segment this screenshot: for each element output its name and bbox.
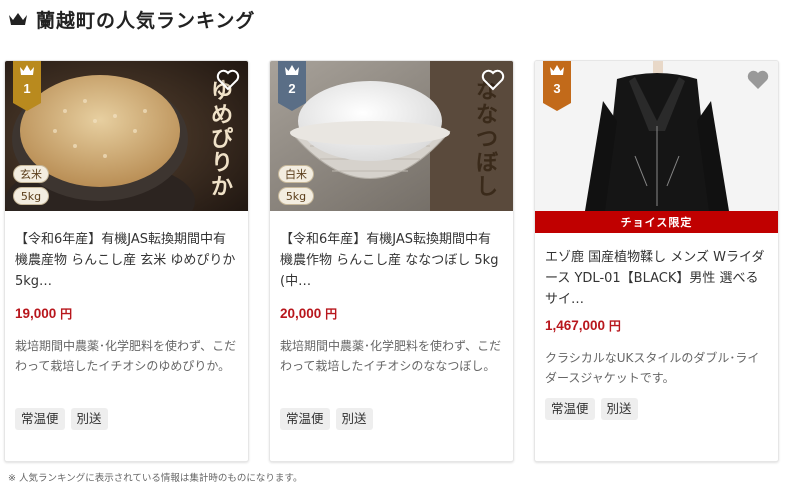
product-image[interactable]: 3 (535, 61, 778, 211)
tag-separate: 別送 (600, 398, 638, 420)
product-description: 栽培期間中農薬･化学肥料を使わず、こだわって栽培したイチオシのゆめぴりか。 (15, 339, 237, 373)
tag-shipping: 常温便 (280, 408, 330, 430)
product-name[interactable]: 【令和6年産】有機JAS転換期間中有機農作物 らんこし産 ななつぼし 5kg (… (280, 229, 503, 293)
price-value: 19,000 (15, 306, 57, 321)
product-name[interactable]: エゾ鹿 国産植物鞣し メンズ Wライダース YDL-01【BLACK】男性 選べ… (545, 247, 768, 311)
rank-number: 1 (23, 81, 31, 96)
product-description: クラシカルなUKスタイルのダブル･ライダースジャケットです。 (545, 351, 760, 385)
image-label-weight: 5kg (13, 187, 49, 205)
ranking-header: 蘭越町の人気ランキング (8, 6, 255, 32)
image-label-kind: 白米 (278, 165, 314, 183)
product-image[interactable]: 1 ゆめぴりか 玄米 5kg (5, 61, 248, 211)
heart-icon[interactable] (481, 69, 505, 91)
rank-badge: 3 (543, 61, 571, 111)
ranking-card-1[interactable]: 1 ゆめぴりか 玄米 5kg 【令和6年産】有機JAS転換期間中有機農産物 らん… (4, 60, 249, 462)
tag-separate: 別送 (70, 408, 108, 430)
crown-icon (20, 65, 34, 75)
page-title: 蘭越町の人気ランキング (36, 9, 256, 32)
price-value: 1,467,000 (545, 318, 606, 333)
image-caption: ななつぼし (475, 78, 498, 200)
image-caption: ゆめぴりか (210, 78, 233, 200)
image-label-kind: 玄米 (13, 165, 49, 183)
tag-shipping: 常温便 (545, 398, 595, 420)
product-name[interactable]: 【令和6年産】有機JAS転換期間中有機農産物 らんこし産 玄米 ゆめぴりか 5k… (15, 229, 238, 293)
crown-icon (285, 65, 299, 75)
heart-icon[interactable] (746, 69, 770, 91)
image-label-weight: 5kg (278, 187, 314, 205)
choice-limited-band: チョイス限定 (535, 211, 778, 233)
product-description: 栽培期間中農薬･化学肥料を使わず、こだわって栽培したイチオシのななつぼし。 (280, 339, 502, 373)
product-price: 19,000 円 (15, 305, 238, 322)
rank-number: 3 (553, 81, 561, 96)
ranking-card-3[interactable]: 3 チョイス限定 エゾ鹿 国産植物鞣し メンズ Wライダース YDL-01【BL… (534, 60, 779, 462)
rank-number: 2 (288, 81, 296, 96)
price-unit: 円 (60, 307, 73, 321)
tag-separate: 別送 (335, 408, 373, 430)
rank-badge: 1 (13, 61, 41, 111)
tag-list: 常温便 別送 (15, 408, 238, 430)
price-unit: 円 (325, 307, 338, 321)
product-image[interactable]: 2 ななつぼし 白米 5kg (270, 61, 513, 211)
price-value: 20,000 (280, 306, 322, 321)
price-unit: 円 (608, 319, 621, 333)
product-price: 1,467,000 円 (545, 317, 768, 334)
tag-shipping: 常温便 (15, 408, 65, 430)
tag-list: 常温便 別送 (280, 408, 503, 430)
heart-icon[interactable] (216, 69, 240, 91)
crown-icon (550, 65, 564, 75)
ranking-card-2[interactable]: 2 ななつぼし 白米 5kg 【令和6年産】有機JAS転換期間中有機農作物 らん… (269, 60, 514, 462)
tag-list: 常温便 別送 (545, 398, 768, 420)
crown-icon (9, 13, 27, 25)
product-price: 20,000 円 (280, 305, 503, 322)
ranking-footnote: ※ 人気ランキングに表示されている情報は集計時のものになります。 (8, 473, 303, 484)
rank-badge: 2 (278, 61, 306, 111)
